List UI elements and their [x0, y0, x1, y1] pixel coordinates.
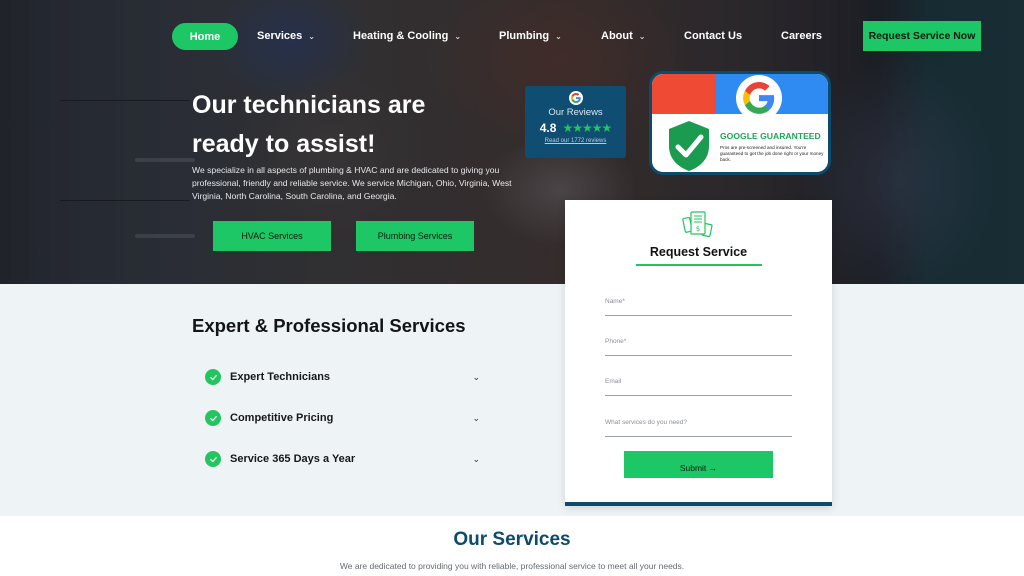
reviews-rating: 4.8 — [539, 121, 557, 135]
reviews-badge: Our Reviews 4.8 ★★★★★ Read our 1772 revi… — [525, 86, 626, 158]
nav-plumbing[interactable]: Plumbing ⌄ — [499, 21, 562, 51]
nav-about-label: About — [601, 30, 633, 42]
accordion-item-competitive-pricing[interactable]: Competitive Pricing ⌄ — [205, 408, 480, 428]
chevron-down-icon: ⌄ — [638, 31, 646, 41]
form-title-underline — [636, 264, 762, 266]
name-field-placeholder: Name* — [605, 298, 625, 305]
chevron-down-icon: ⌄ — [454, 31, 462, 41]
main-nav: Home Services ⌄ Heating & Cooling ⌄ Plum… — [0, 21, 1024, 51]
our-services-title: Our Services — [453, 529, 571, 550]
form-title: Request Service — [649, 245, 748, 259]
svg-text:$: $ — [696, 225, 700, 233]
nav-home[interactable]: Home — [172, 23, 238, 50]
submit-button[interactable]: Submit → — [624, 451, 773, 478]
our-services-subtitle: We are dedicated to providing you with r… — [339, 561, 685, 571]
submit-label: Submit → — [679, 462, 718, 473]
accordion-item-expert-technicians[interactable]: Expert Technicians ⌄ — [205, 367, 480, 387]
check-circle-icon — [205, 410, 221, 426]
plumbing-services-label: Plumbing Services — [377, 231, 453, 241]
request-service-now-label: Request Service Now — [868, 30, 976, 42]
request-service-form: $ Request Service Name* Phone* Email Wha… — [565, 200, 832, 506]
expert-section-heading: Expert & Professional Services — [192, 315, 466, 336]
nav-services[interactable]: Services ⌄ — [257, 21, 315, 51]
google-logo-icon — [736, 75, 782, 121]
accordion-label: Service 365 Days a Year — [230, 453, 356, 465]
phone-field[interactable]: Phone* — [605, 330, 792, 356]
email-field[interactable]: Email — [605, 370, 792, 396]
nav-about[interactable]: About ⌄ — [601, 21, 645, 51]
expert-section-bg — [0, 284, 1024, 516]
invoice-money-icon: $ — [682, 211, 713, 238]
hero-title: Our technicians are ready to assist! — [192, 86, 512, 164]
nav-careers-label: Careers — [781, 30, 822, 42]
hvac-services-label: HVAC Services — [241, 231, 303, 241]
services-needed-placeholder: What services do you need? — [605, 419, 688, 426]
nav-heating-cooling[interactable]: Heating & Cooling ⌄ — [353, 21, 461, 51]
star-rating-icon: ★★★★★ — [562, 121, 612, 135]
chevron-down-icon: ⌄ — [555, 31, 562, 41]
chevron-down-icon: ⌄ — [308, 31, 315, 41]
accordion-item-service-365[interactable]: Service 365 Days a Year ⌄ — [205, 449, 480, 469]
hero-title-line2: ready to assist! — [192, 130, 376, 158]
hero-description: We specialize in all aspects of plumbing… — [192, 165, 512, 201]
plumbing-services-button[interactable]: Plumbing Services — [356, 221, 474, 251]
hvac-services-button[interactable]: HVAC Services — [213, 221, 331, 251]
chevron-down-icon: ⌄ — [472, 412, 480, 423]
google-guaranteed-title: GOOGLE GUARANTEED — [720, 131, 821, 141]
check-circle-icon — [205, 451, 221, 467]
phone-field-placeholder: Phone* — [605, 338, 627, 345]
services-needed-field[interactable]: What services do you need? — [605, 411, 792, 437]
read-reviews-link[interactable]: Read our 1772 reviews — [525, 138, 626, 144]
check-circle-icon — [205, 369, 221, 385]
google-guaranteed-badge: GOOGLE GUARANTEED Pros are pre-screened … — [649, 71, 831, 175]
nav-contact-us-label: Contact Us — [684, 30, 743, 42]
chevron-down-icon: ⌄ — [472, 453, 480, 464]
nav-home-label: Home — [189, 30, 221, 43]
nav-careers[interactable]: Careers — [781, 21, 822, 51]
google-guaranteed-text: Pros are pre-screened and insured. You'r… — [720, 145, 824, 162]
request-service-now-button[interactable]: Request Service Now — [863, 21, 981, 51]
name-field[interactable]: Name* — [605, 290, 792, 316]
shield-check-icon — [669, 121, 709, 171]
chevron-down-icon: ⌄ — [472, 371, 480, 382]
accordion-label: Competitive Pricing — [230, 412, 334, 424]
google-icon — [568, 91, 583, 105]
reviews-title: Our Reviews — [548, 107, 603, 118]
nav-contact-us[interactable]: Contact Us — [684, 21, 742, 51]
accordion-label: Expert Technicians — [230, 371, 331, 383]
nav-heating-cooling-label: Heating & Cooling — [353, 30, 449, 42]
badge-red-block — [652, 74, 716, 114]
nav-plumbing-label: Plumbing — [499, 30, 550, 42]
hero-title-line1: Our technicians are — [192, 91, 426, 119]
nav-services-label: Services — [257, 30, 303, 42]
email-field-placeholder: Email — [605, 378, 622, 385]
